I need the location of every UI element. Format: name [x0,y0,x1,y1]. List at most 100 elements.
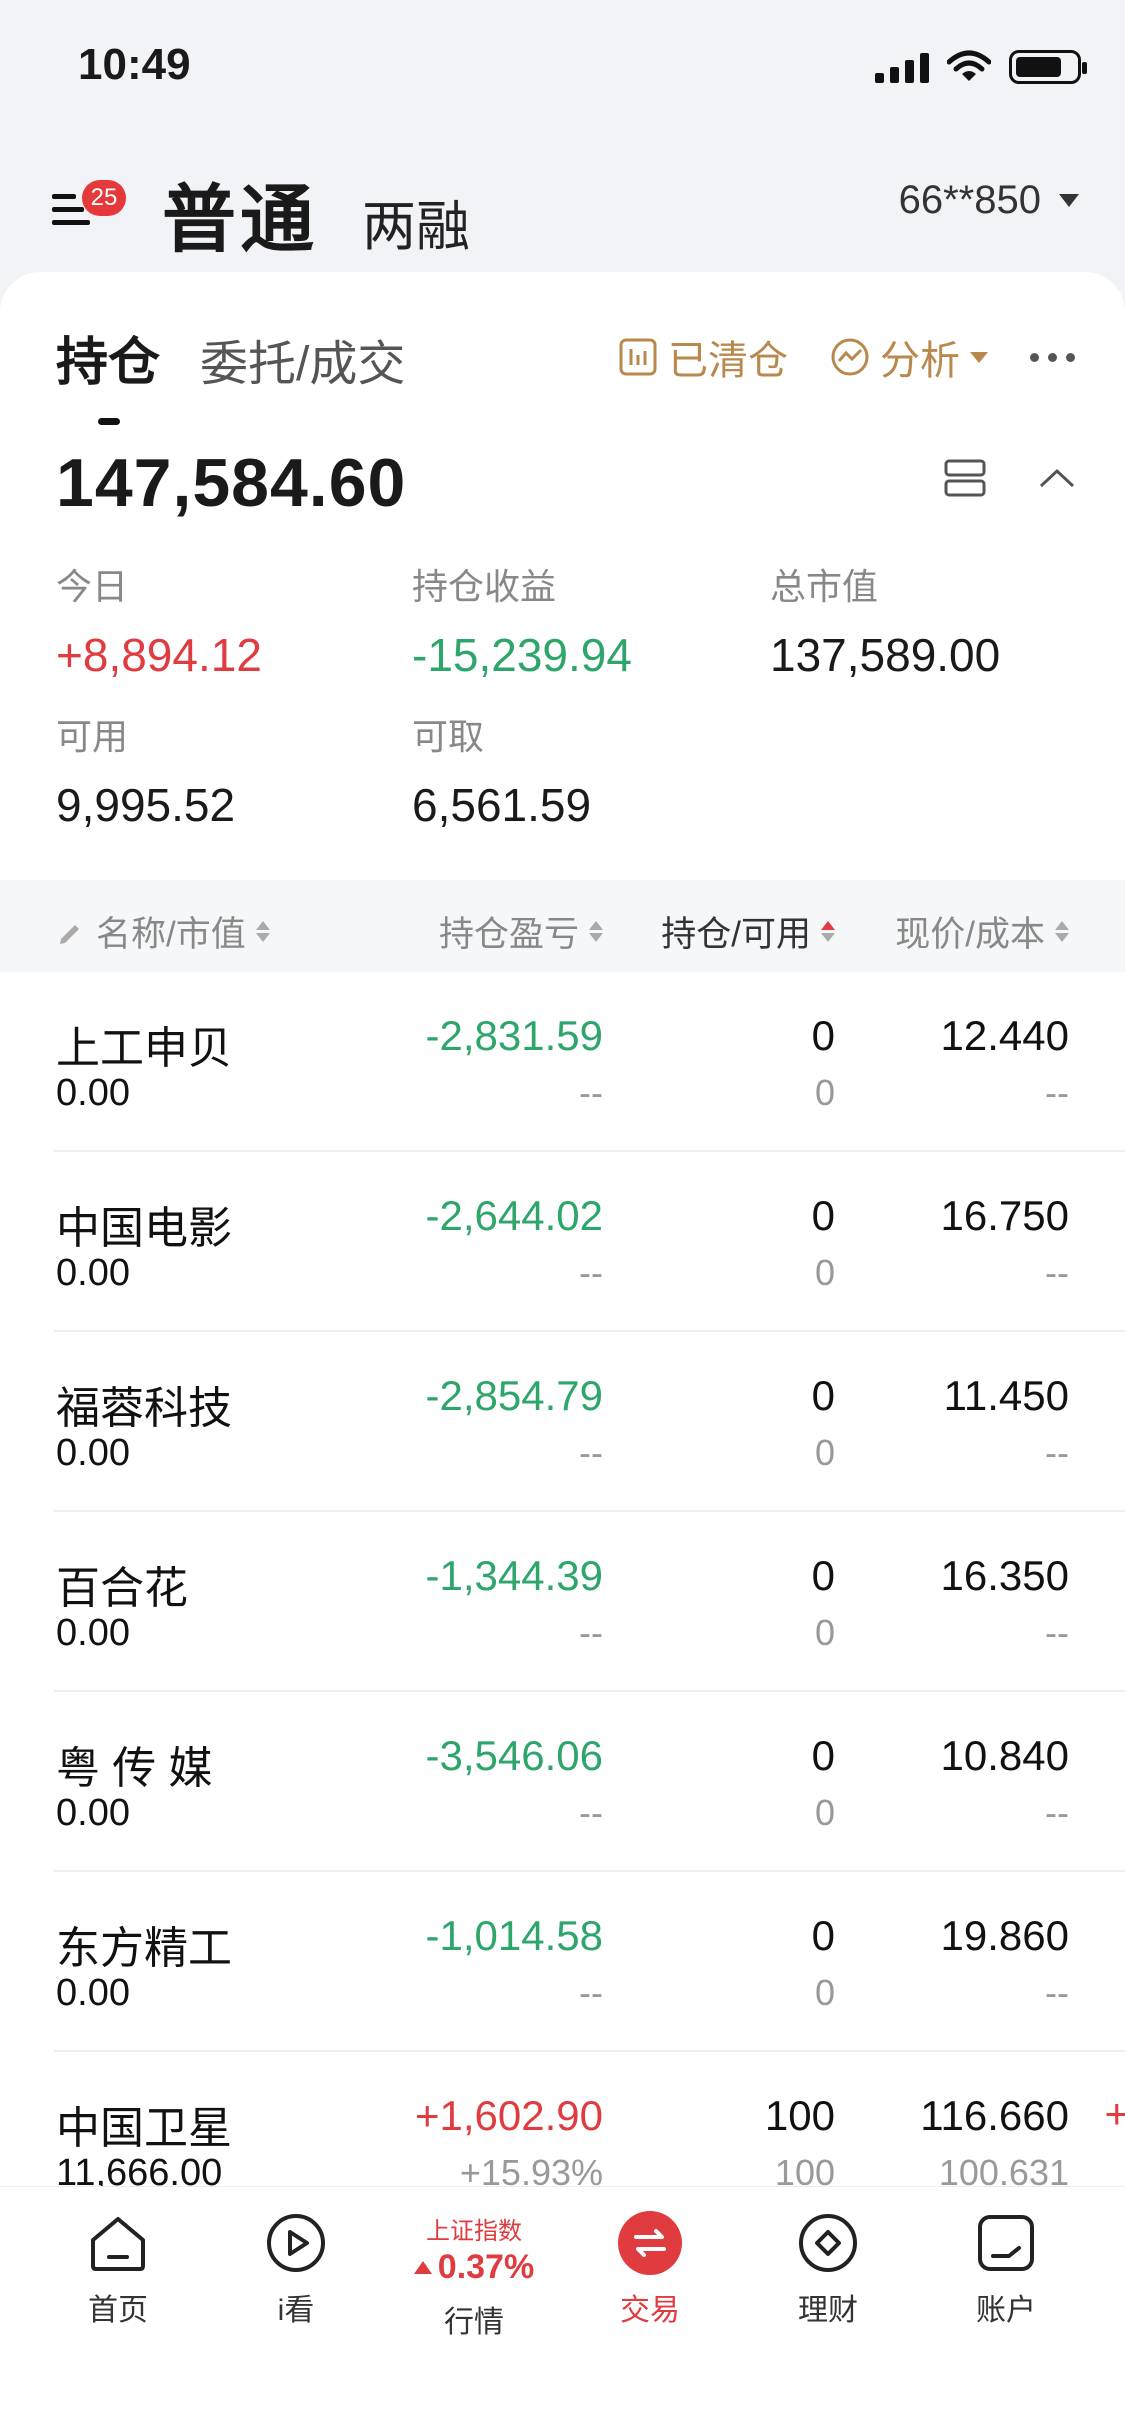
analysis-button[interactable]: 分析 [830,328,988,386]
available-qty: 0 [814,1972,835,2013]
col-pl-header[interactable]: 持仓盈亏 [439,906,603,957]
available-qty: 0 [814,1072,835,1113]
holding-qty: 0 [811,1552,835,1599]
cleared-positions-button[interactable]: 已清仓 [618,328,788,386]
more-icon[interactable] [1030,352,1075,362]
dropdown-arrow-icon [970,351,988,363]
stat-market-value: 总市值 137,589.00 [770,566,1001,681]
layout-toggle-icon[interactable] [943,458,987,498]
col-name-header[interactable]: 名称/市值 [56,906,270,957]
sort-active-icon [821,921,835,942]
market-index-name: 上证指数 [426,2218,522,2245]
current-price: 16.350 [940,1552,1069,1599]
account-header: 25 普通 两融 66**850 [0,140,1125,270]
stock-name: 福蓉科技 [56,1384,232,1433]
position-pl: -2,854.79 [425,1372,603,1419]
table-row[interactable]: 百合花 0.00 -1,344.39 -- 0 0 16.350 -- [0,1512,1125,1692]
table-row[interactable]: 福蓉科技 0.00 -2,854.79 -- 0 0 11.450 -- [0,1332,1125,1512]
menu-button[interactable]: 25 [52,180,126,240]
stat-withdrawable-value: 6,561.59 [412,779,592,831]
table-row[interactable]: 粤 传 媒 0.00 -3,546.06 -- 0 0 10.840 -- [0,1692,1125,1872]
position-pl: -1,014.58 [425,1912,603,1959]
holding-qty: 0 [811,1912,835,1959]
col-hold-header[interactable]: 持仓/可用 [661,906,835,957]
market-value: 0.00 [56,1612,130,1654]
wealth-icon [796,2211,860,2275]
position-pl-pct: -- [579,1792,603,1833]
account-id: 66**850 [898,178,1041,222]
nav-wealth[interactable]: 理财 [758,2211,898,2329]
play-icon [264,2211,328,2275]
chevron-up-icon[interactable] [1037,466,1077,490]
current-price: 11.450 [943,1372,1069,1419]
stock-name: 百合花 [56,1564,188,1613]
table-row[interactable]: 中国电影 0.00 -2,644.02 -- 0 0 16.750 -- [0,1152,1125,1332]
current-price: 12.440 [940,1012,1069,1059]
sort-icon [255,921,270,942]
position-pl-pct: -- [579,1612,603,1653]
position-pl-pct: -- [579,1432,603,1473]
position-pl: +1,602.90 [414,2092,603,2139]
table-row[interactable]: 东方精工 0.00 -1,014.58 -- 0 0 19.860 -- [0,1872,1125,2052]
notification-badge: 25 [82,180,126,216]
cost-price: -- [1045,1432,1069,1473]
current-price: 116.660 [920,2092,1069,2139]
table-header: 名称/市值 持仓盈亏 持仓/可用 现价/成本 [0,880,1125,972]
col-price-header[interactable]: 现价/成本 [895,906,1069,957]
market-value: 0.00 [56,1252,130,1294]
position-pl: -1,344.39 [425,1552,603,1599]
available-qty: 0 [814,1432,835,1473]
holding-qty: 0 [811,1192,835,1239]
stat-today-value: +8,894.12 [56,629,262,681]
trade-icon [618,2211,682,2275]
market-value: 0.00 [56,1432,130,1474]
sort-icon [1055,921,1069,942]
market-value: 0.00 [56,1072,130,1114]
cost-price: -- [1045,1792,1069,1833]
stock-name: 中国电影 [56,1204,232,1253]
summary-tools [943,458,1077,498]
nav-home[interactable]: 首页 [48,2211,188,2329]
cost-price: -- [1045,1972,1069,2013]
tab-positions[interactable]: 持仓 [56,320,160,425]
account-switcher[interactable]: 66**850 [899,178,1079,223]
stat-withdrawable: 可取 6,561.59 [412,716,592,831]
current-price: 10.840 [940,1732,1069,1779]
battery-icon [1009,50,1087,84]
nav-trade[interactable]: 交易 [580,2211,720,2329]
wifi-icon [947,50,991,81]
market-value: 0.00 [56,1972,130,2014]
chevron-down-icon [1059,194,1079,207]
stat-available: 可用 9,995.52 [56,716,236,831]
edit-icon [60,924,79,944]
account-type-margin[interactable]: 两融 [362,182,470,261]
current-price: 16.750 [940,1192,1069,1239]
current-price: 19.860 [940,1912,1069,1959]
holding-qty: 0 [811,1732,835,1779]
cost-price: -- [1045,1252,1069,1293]
tab-bar: 持仓 委托/成交 [56,320,405,425]
tab-orders[interactable]: 委托/成交 [200,324,405,394]
position-pl-pct: -- [579,1252,603,1293]
position-pl: -3,546.06 [425,1732,603,1779]
stock-name: 中国卫星 [56,2104,232,2153]
bottom-nav: 首页 i看 上证指数 0.37% 行情 交易 理财 账户 [0,2186,1125,2436]
cost-price: -- [1045,1612,1069,1653]
home-icon [86,2211,150,2275]
nav-market[interactable]: 上证指数 0.37% 行情 [404,2211,544,2341]
table-row[interactable]: 上工申贝 0.00 -2,831.59 -- 0 0 12.440 -- [0,972,1125,1152]
positions-card: 持仓 委托/成交 已清仓 分析 147,584.60 今日 +8,894.12 … [0,272,1125,2232]
stock-name: 上工申贝 [56,1024,232,1073]
status-icons [875,50,1087,84]
holding-qty: 0 [811,1372,835,1419]
stat-available-value: 9,995.52 [56,779,236,831]
account-type-normal[interactable]: 普通 [162,160,318,267]
market-value: 0.00 [56,1792,130,1834]
available-qty: 0 [814,1252,835,1293]
position-pl: -2,644.02 [425,1192,603,1239]
nav-watch[interactable]: i看 [226,2211,366,2329]
nav-account[interactable]: 账户 [936,2211,1076,2329]
available-qty: 0 [814,1792,835,1833]
cleared-label: 已清仓 [668,339,788,383]
status-bar: 10:49 [0,0,1125,140]
